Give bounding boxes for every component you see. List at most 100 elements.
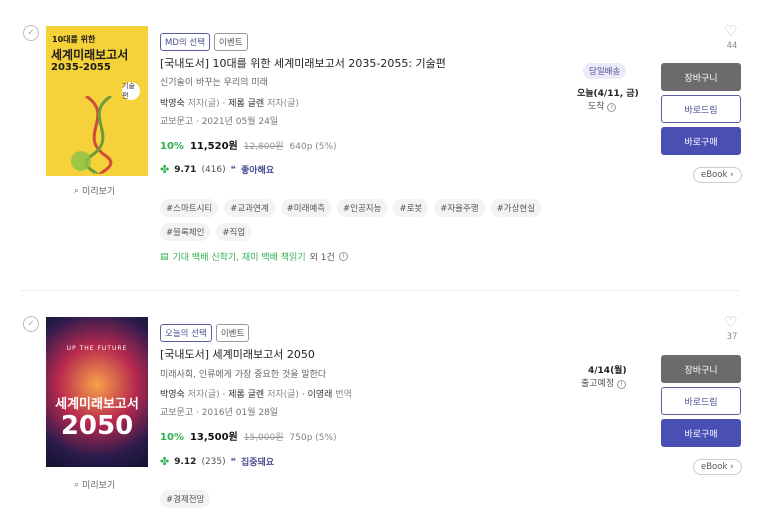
- tag-item[interactable]: #가상현실: [490, 199, 542, 217]
- author-link[interactable]: 제롬 글렌: [228, 99, 264, 109]
- heart-icon[interactable]: ♡: [724, 313, 737, 331]
- preview-link[interactable]: ⌕ 미리보기: [74, 478, 116, 492]
- publisher-date: 교보문고 · 2016년 01월 28일: [160, 408, 279, 418]
- tag-item[interactable]: #로봇: [393, 199, 429, 217]
- rating-score: 9.12: [174, 456, 197, 467]
- tag-list: #경제전망: [160, 490, 560, 508]
- price-info: 10% 13,500원 15,000원 750p (5%): [160, 428, 337, 443]
- clover-icon: ✤: [160, 163, 170, 176]
- cover-year-text: 2050: [60, 411, 134, 441]
- reaction-label: 집중돼요: [240, 458, 275, 468]
- delivery-status-text: 도착: [588, 102, 605, 112]
- info-icon[interactable]: !: [617, 380, 626, 389]
- author-role: 저자(글): [267, 390, 299, 400]
- cover-years-text: 2035-2055: [51, 62, 111, 73]
- delivery-status: 출고예정 !: [581, 376, 626, 389]
- preview-link[interactable]: ⌕ 미리보기: [74, 184, 116, 198]
- separator: ·: [301, 390, 305, 400]
- rating-info: ✤ 9.71 (416) ❝ 좋아해요: [160, 163, 274, 176]
- author-link[interactable]: 박영숙: [160, 390, 185, 400]
- tag-list: #스마트시티 #교과연계 #미래예측 #인공지능 #로봇 #자율주행 #가상현실…: [160, 199, 560, 241]
- discount-rate: 10%: [160, 432, 184, 443]
- author-role: 번역: [335, 390, 352, 400]
- add-to-cart-button[interactable]: 장바구니: [661, 63, 741, 91]
- search-icon: ⌕: [74, 479, 80, 490]
- buy-now-button[interactable]: 바로구매: [661, 127, 741, 155]
- delivery-status-text: 출고예정: [581, 379, 615, 389]
- author-role: 저자(글): [187, 390, 220, 400]
- info-icon[interactable]: !: [338, 252, 348, 261]
- tag-item[interactable]: #교과연계: [224, 199, 275, 217]
- cover-top-text: 10대를 위한: [52, 35, 96, 44]
- md-choice-badge: MD의 선택: [160, 33, 211, 51]
- rating-count: (235): [201, 456, 226, 467]
- preview-label: 미리보기: [82, 481, 116, 491]
- book-authors: 박영숙 저자(글) · 제롬 글렌 저자(글): [160, 96, 299, 109]
- tag-item[interactable]: #미래예측: [280, 199, 332, 217]
- book-title[interactable]: [국내도서] 10대를 위한 세계미래보고서 2035-2055: 기술편: [160, 55, 446, 71]
- event-badge: 이벤트: [215, 324, 250, 342]
- author-role: 저자(글): [267, 99, 299, 109]
- rating-score: 9.71: [174, 164, 197, 175]
- like-count: 37: [726, 332, 738, 342]
- book-cover-image[interactable]: UP THE FUTURE 세계미래보고서 2050: [46, 317, 148, 467]
- delivery-status: 도착 !: [588, 99, 617, 112]
- select-checkbox[interactable]: ✓: [23, 316, 39, 332]
- rating-info: ✤ 9.12 (235) ❝ 집중돼요: [160, 455, 274, 468]
- translator-link[interactable]: 이영래: [308, 390, 333, 400]
- author-role: 저자(글): [187, 99, 220, 109]
- book-cover-image[interactable]: 10대를 위한 세계미래보고서 2035-2055 기술편: [46, 26, 148, 176]
- delivery-date: 4/14(월): [588, 366, 627, 376]
- quote-icon: ❝: [230, 164, 236, 175]
- book-title[interactable]: [국내도서] 세계미래보고서 2050: [160, 346, 315, 362]
- separator: ·: [222, 99, 226, 109]
- pickup-button[interactable]: 바로드림: [661, 95, 741, 123]
- page-count: 640p (5%): [289, 142, 337, 152]
- tag-item[interactable]: #자율주행: [434, 199, 485, 217]
- book-subtitle: 미래사회, 인류에게 가장 중요한 것을 말한다: [160, 370, 327, 380]
- ebook-label: eBook: [701, 462, 728, 472]
- cover-title-text: 세계미래보고서: [51, 48, 129, 62]
- buy-now-button[interactable]: 바로구매: [661, 419, 741, 447]
- search-icon: ⌕: [74, 185, 80, 196]
- promo-banner[interactable]: ▤ 기대 백배 신학기, 재미 백배 책읽기 외 1건 !: [160, 250, 348, 263]
- same-day-delivery-badge: 당일배송: [583, 63, 627, 79]
- calendar-icon: ▤: [160, 251, 169, 262]
- original-price: 12,800원: [243, 142, 284, 152]
- pickup-button[interactable]: 바로드림: [661, 387, 741, 415]
- quote-icon: ❝: [230, 456, 236, 467]
- rating-count: (416): [201, 164, 226, 175]
- divider: [20, 290, 740, 291]
- tag-item[interactable]: #블록체인: [160, 223, 211, 241]
- ebook-link[interactable]: eBook ›: [693, 459, 742, 475]
- tag-item[interactable]: #스마트시티: [160, 199, 219, 217]
- heart-icon[interactable]: ♡: [724, 22, 737, 40]
- cover-title-text: 세계미래보고서: [55, 397, 139, 412]
- book-subtitle: 신기술이 바꾸는 우리의 미래: [160, 78, 268, 88]
- add-to-cart-button[interactable]: 장바구니: [661, 355, 741, 383]
- publisher-date: 교보문고 · 2021년 05월 24일: [160, 117, 279, 127]
- tag-item[interactable]: #직업: [216, 223, 252, 241]
- page-count: 750p (5%): [289, 433, 337, 443]
- tag-item[interactable]: #경제전망: [160, 490, 211, 508]
- author-link[interactable]: 박영숙: [160, 99, 185, 109]
- today-choice-badge: 오늘의 선택: [160, 324, 212, 342]
- author-link[interactable]: 제롬 글렌: [228, 390, 264, 400]
- clover-icon: ✤: [160, 455, 170, 468]
- original-price: 15,000원: [243, 433, 284, 443]
- tag-item[interactable]: #인공지능: [337, 199, 388, 217]
- ebook-link[interactable]: eBook ›: [693, 167, 742, 183]
- sale-price: 13,500원: [189, 432, 238, 443]
- info-icon[interactable]: !: [607, 103, 617, 112]
- delivery-date: 오늘(4/11, 금): [577, 89, 639, 99]
- promo-count: 외 1건: [309, 253, 335, 263]
- sale-price: 11,520원: [189, 141, 238, 152]
- preview-label: 미리보기: [82, 187, 116, 197]
- discount-rate: 10%: [160, 141, 184, 152]
- separator: ·: [222, 390, 226, 400]
- dna-illustration: [71, 96, 113, 174]
- event-badge: 이벤트: [214, 33, 248, 51]
- book-authors: 박영숙 저자(글) · 제롬 글렌 저자(글) · 이영래 번역: [160, 387, 352, 400]
- price-info: 10% 11,520원 12,800원 640p (5%): [160, 137, 337, 152]
- select-checkbox[interactable]: ✓: [23, 25, 39, 41]
